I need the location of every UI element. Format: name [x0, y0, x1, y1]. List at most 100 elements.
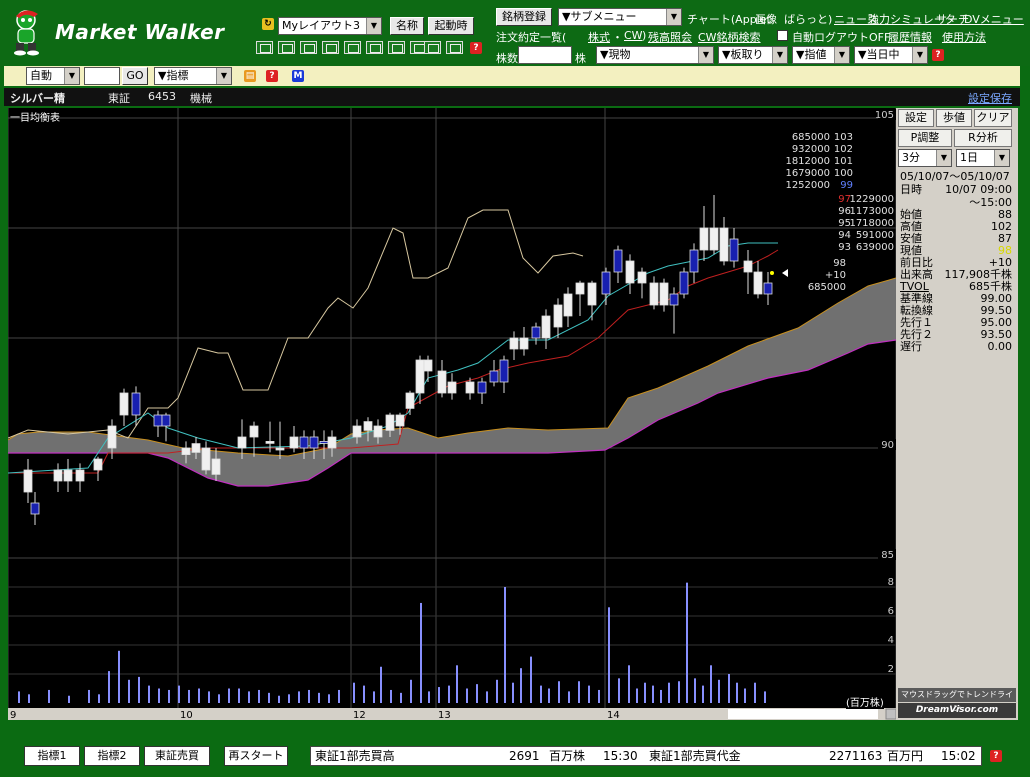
layout-10-icon[interactable]: [446, 41, 463, 54]
candle-body: [119, 392, 129, 416]
help-icon[interactable]: ?: [266, 70, 278, 82]
interval-select[interactable]: 3分 ▼: [898, 149, 952, 167]
code-input[interactable]: [84, 67, 120, 85]
ask-price: 99: [840, 180, 853, 191]
chevron-down-icon: ▼: [994, 150, 1009, 166]
ticker-label-1: 東証1部売買高: [315, 749, 395, 763]
layout-1-icon[interactable]: [256, 41, 273, 54]
indicator-select[interactable]: ▼指標 ▼: [154, 67, 232, 85]
name-button[interactable]: 名称: [390, 17, 424, 35]
limit-select[interactable]: ▼指値 ▼: [792, 46, 850, 64]
volume-bar: [108, 671, 110, 703]
layout-select[interactable]: Myレイアウト3 ▼: [278, 17, 382, 35]
layout-2-icon[interactable]: [278, 41, 295, 54]
bid-volume: 1173000: [849, 206, 894, 217]
link-order-stock[interactable]: 株式: [588, 29, 610, 45]
layout-6-icon[interactable]: [366, 41, 383, 54]
candle-body: [415, 359, 425, 394]
layout-3-icon[interactable]: [300, 41, 317, 54]
candle-body: [30, 502, 40, 515]
ask-volume: 1679000: [785, 168, 830, 179]
tse-trading-button[interactable]: 東証売買: [144, 746, 210, 766]
link-parapara[interactable]: ばらっと): [784, 11, 832, 27]
volume-bar: [218, 694, 220, 703]
link-paren: ): [642, 29, 647, 42]
indicator2-button[interactable]: 指標2: [84, 746, 140, 766]
save-settings-link[interactable]: 設定保存: [968, 90, 1012, 106]
volume-bar: [736, 682, 738, 703]
volume-bar: [744, 688, 746, 703]
candle-body: [729, 238, 739, 262]
candle-body: [211, 458, 221, 475]
candle-body: [519, 337, 529, 350]
spot-select[interactable]: ▼現物 ▼: [596, 46, 714, 64]
indicator1-button[interactable]: 指標1: [24, 746, 80, 766]
candle-body: [541, 315, 551, 339]
link-order-cw[interactable]: CW: [624, 29, 643, 42]
span-select-value: 1日: [960, 151, 978, 164]
volume-bar: [530, 656, 532, 703]
link-image[interactable]: 画像: [755, 11, 777, 27]
submenu-select[interactable]: ▼サブメニュー ▼: [558, 8, 682, 26]
help-icon[interactable]: ?: [990, 750, 1002, 762]
auto-logout-checkbox[interactable]: [777, 30, 788, 41]
candle-body: [75, 469, 85, 482]
bottom-bar: 指標1 指標2 東証売買 再スタート 東証1部売買高 2691 百万株 15:3…: [0, 740, 1030, 777]
candle-body: [447, 381, 457, 394]
ticker-time-1: 15:30: [603, 749, 638, 763]
volume-bar: [588, 685, 590, 703]
refresh-icon[interactable]: ↻: [262, 18, 274, 30]
layout-4-icon[interactable]: [322, 41, 339, 54]
link-history[interactable]: 履歴情報: [888, 29, 932, 45]
link-dv-menu[interactable]: DVメニュー: [964, 11, 1024, 27]
volume-bar: [363, 685, 365, 703]
link-balance[interactable]: 残高照会: [648, 29, 692, 45]
r-analysis-button[interactable]: R分析: [954, 129, 1012, 147]
tick-button[interactable]: 歩値: [936, 109, 972, 127]
shares-input[interactable]: [518, 46, 572, 64]
chevron-down-icon: ▼: [698, 47, 713, 63]
board-select[interactable]: ▼板取り ▼: [718, 46, 788, 64]
startup-button[interactable]: 起動時: [428, 17, 474, 35]
candle-body: [587, 282, 597, 306]
chevron-down-icon: ▼: [64, 68, 79, 84]
info-panel: 設定 歩値 クリア P調整 R分析 3分 ▼ 1日 ▼ 05/10/07～05/10…: [896, 108, 1018, 720]
help-icon[interactable]: ?: [932, 49, 944, 61]
link-sep: ・: [612, 31, 623, 44]
p-adjust-button[interactable]: P調整: [898, 129, 952, 147]
candle-body: [553, 304, 563, 328]
candle-body: [319, 440, 329, 444]
today-select[interactable]: ▼当日中 ▼: [854, 46, 928, 64]
layout-9-icon[interactable]: [424, 41, 441, 54]
link-order-list[interactable]: 注文約定一覧(: [496, 29, 566, 45]
info-value: 0.00: [987, 340, 1013, 353]
memo-icon[interactable]: M: [292, 70, 304, 82]
current-price-marker: [782, 269, 788, 277]
auto-select[interactable]: 自動 ▼: [26, 67, 80, 85]
app-logo-text: Market Walker: [55, 20, 225, 44]
book-icon[interactable]: ▤: [244, 70, 256, 82]
help-icon[interactable]: ?: [470, 42, 482, 54]
volume-bar: [686, 582, 688, 703]
chikou-span-line: [8, 209, 584, 439]
span-select[interactable]: 1日 ▼: [956, 149, 1010, 167]
link-cw-search[interactable]: CW銘柄検索: [698, 29, 761, 45]
scroll-right-arrow: [885, 708, 896, 720]
candle-body: [509, 337, 519, 350]
chart-toolbar: 自動 ▼ GO ▼指標 ▼ ▤ ? M: [4, 66, 1020, 86]
scroll-thumb: [728, 709, 878, 719]
ichimoku-chart[interactable]: 1059590858642685000103932000102181200010…: [8, 108, 896, 720]
candle-body: [699, 227, 709, 251]
clear-button[interactable]: クリア: [974, 109, 1012, 127]
link-usage[interactable]: 使用方法: [942, 29, 986, 45]
layout-7-icon[interactable]: [388, 41, 405, 54]
restart-button[interactable]: 再スタート: [224, 746, 288, 766]
time-tick-label: 12: [353, 710, 366, 720]
volume-bar: [710, 665, 712, 703]
go-button[interactable]: GO: [122, 67, 148, 85]
chart-canvas[interactable]: 1059590858642685000103932000102181200010…: [8, 108, 896, 720]
settings-button[interactable]: 設定: [898, 109, 934, 127]
volume-bar: [702, 685, 704, 703]
layout-5-icon[interactable]: [344, 41, 361, 54]
register-stock-button[interactable]: 銘柄登録: [496, 8, 552, 26]
